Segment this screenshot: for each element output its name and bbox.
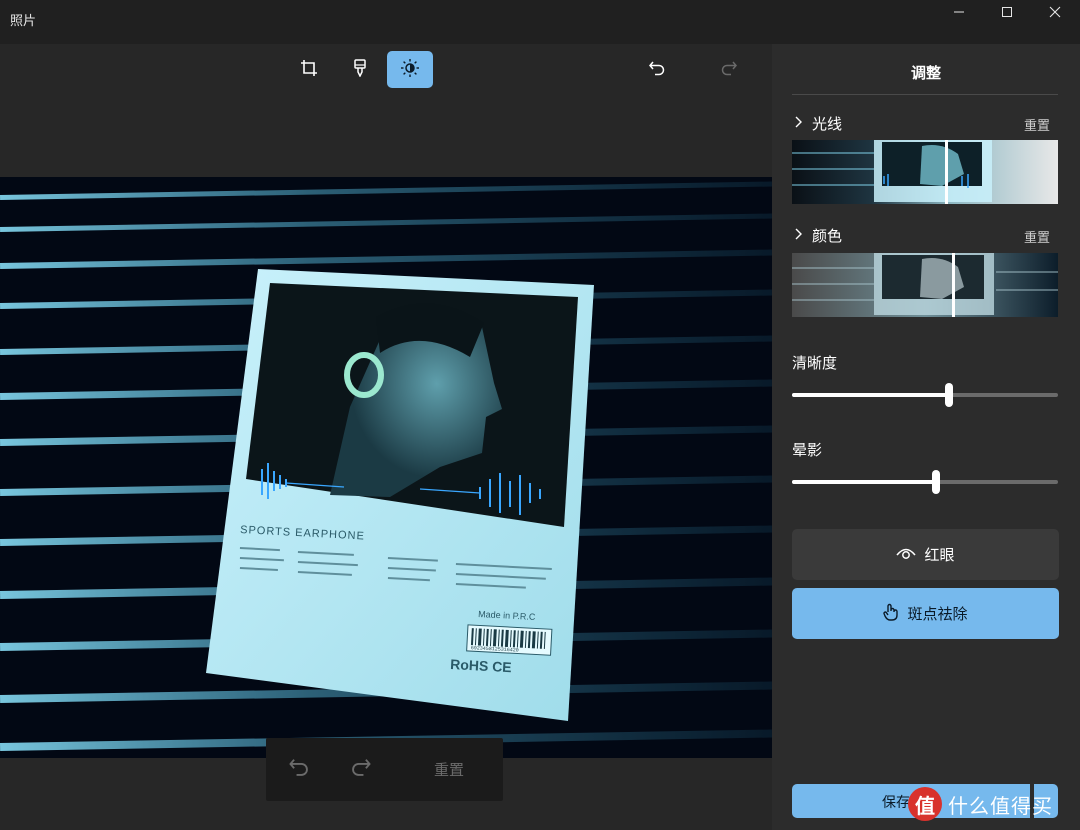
- undo-icon[interactable]: [288, 756, 310, 782]
- save-label: 保存: [882, 795, 910, 811]
- maximize-icon: [1001, 3, 1013, 22]
- clarity-slider[interactable]: [792, 383, 1058, 407]
- minimize-button[interactable]: [935, 0, 983, 24]
- vignette-fill: [792, 480, 936, 484]
- section-light-reset[interactable]: 重置: [1024, 115, 1050, 134]
- eye-icon: [896, 546, 917, 564]
- filter-tool-button[interactable]: [337, 51, 383, 88]
- editor-canvas: SPORTS EARPHONE Made in P.R.C 6923458125…: [0, 44, 772, 830]
- adjust-brightness-icon: [400, 58, 420, 82]
- red-eye-label: 红眼: [924, 546, 955, 564]
- app-title: 照片: [10, 14, 37, 29]
- photo-barcode: 6923458125316420: [466, 624, 553, 656]
- close-button[interactable]: [1031, 0, 1079, 24]
- title-bar: 照片: [0, 0, 1080, 44]
- bottom-reset-button[interactable]: 重置: [434, 759, 464, 780]
- vignette-label: 晕影: [792, 441, 823, 459]
- clarity-fill: [792, 393, 949, 397]
- close-icon: [1049, 3, 1061, 22]
- bottom-action-bar: 重置: [266, 738, 503, 801]
- section-light-header[interactable]: 光线 重置: [792, 113, 1058, 134]
- vignette-slider[interactable]: [792, 470, 1058, 494]
- panel-divider: [792, 94, 1058, 95]
- toolbar-undo-button[interactable]: [634, 51, 680, 88]
- red-eye-button[interactable]: 红眼: [792, 529, 1059, 580]
- maximize-button[interactable]: [983, 0, 1031, 24]
- watermark-logo: 值: [908, 787, 942, 821]
- vignette-thumb[interactable]: [931, 470, 940, 494]
- minimize-icon: [953, 3, 965, 22]
- section-color-reset[interactable]: 重置: [1024, 227, 1050, 246]
- section-color-header[interactable]: 颜色 重置: [792, 225, 1058, 246]
- redo-icon: [720, 59, 738, 81]
- toolbar-redo-button[interactable]: [706, 51, 752, 88]
- chevron-right-icon: [794, 114, 804, 133]
- spot-fix-button[interactable]: 斑点祛除: [792, 588, 1059, 639]
- section-light-label: 光线: [812, 115, 843, 133]
- watermark-text: 什么值得买: [948, 793, 1053, 818]
- adjust-tool-button[interactable]: [387, 51, 433, 88]
- clarity-label: 清晰度: [792, 354, 838, 372]
- crop-tool-button[interactable]: [286, 51, 332, 88]
- adjust-panel: 调整 光线 重置 颜色 重置 清晰度 晕影 红眼 斑点祛除 保存: [772, 44, 1080, 830]
- crop-icon: [300, 59, 318, 81]
- touch-hand-icon: [883, 603, 899, 625]
- undo-icon: [648, 59, 666, 81]
- section-color-label: 颜色: [812, 227, 843, 245]
- clarity-thumb[interactable]: [944, 383, 953, 407]
- photo-preview[interactable]: SPORTS EARPHONE Made in P.R.C 6923458125…: [0, 177, 772, 758]
- watermark: 值 什么值得买: [908, 784, 1053, 824]
- chevron-right-icon: [794, 226, 804, 245]
- spot-fix-label: 斑点祛除: [907, 605, 968, 623]
- redo-icon[interactable]: [350, 756, 372, 782]
- color-preview-strip[interactable]: [792, 253, 1058, 317]
- filter-brush-icon: [352, 58, 368, 81]
- photo-compliance-marks: RoHS CE: [450, 656, 512, 675]
- light-preview-strip[interactable]: [792, 140, 1058, 204]
- panel-title: 调整: [910, 64, 941, 82]
